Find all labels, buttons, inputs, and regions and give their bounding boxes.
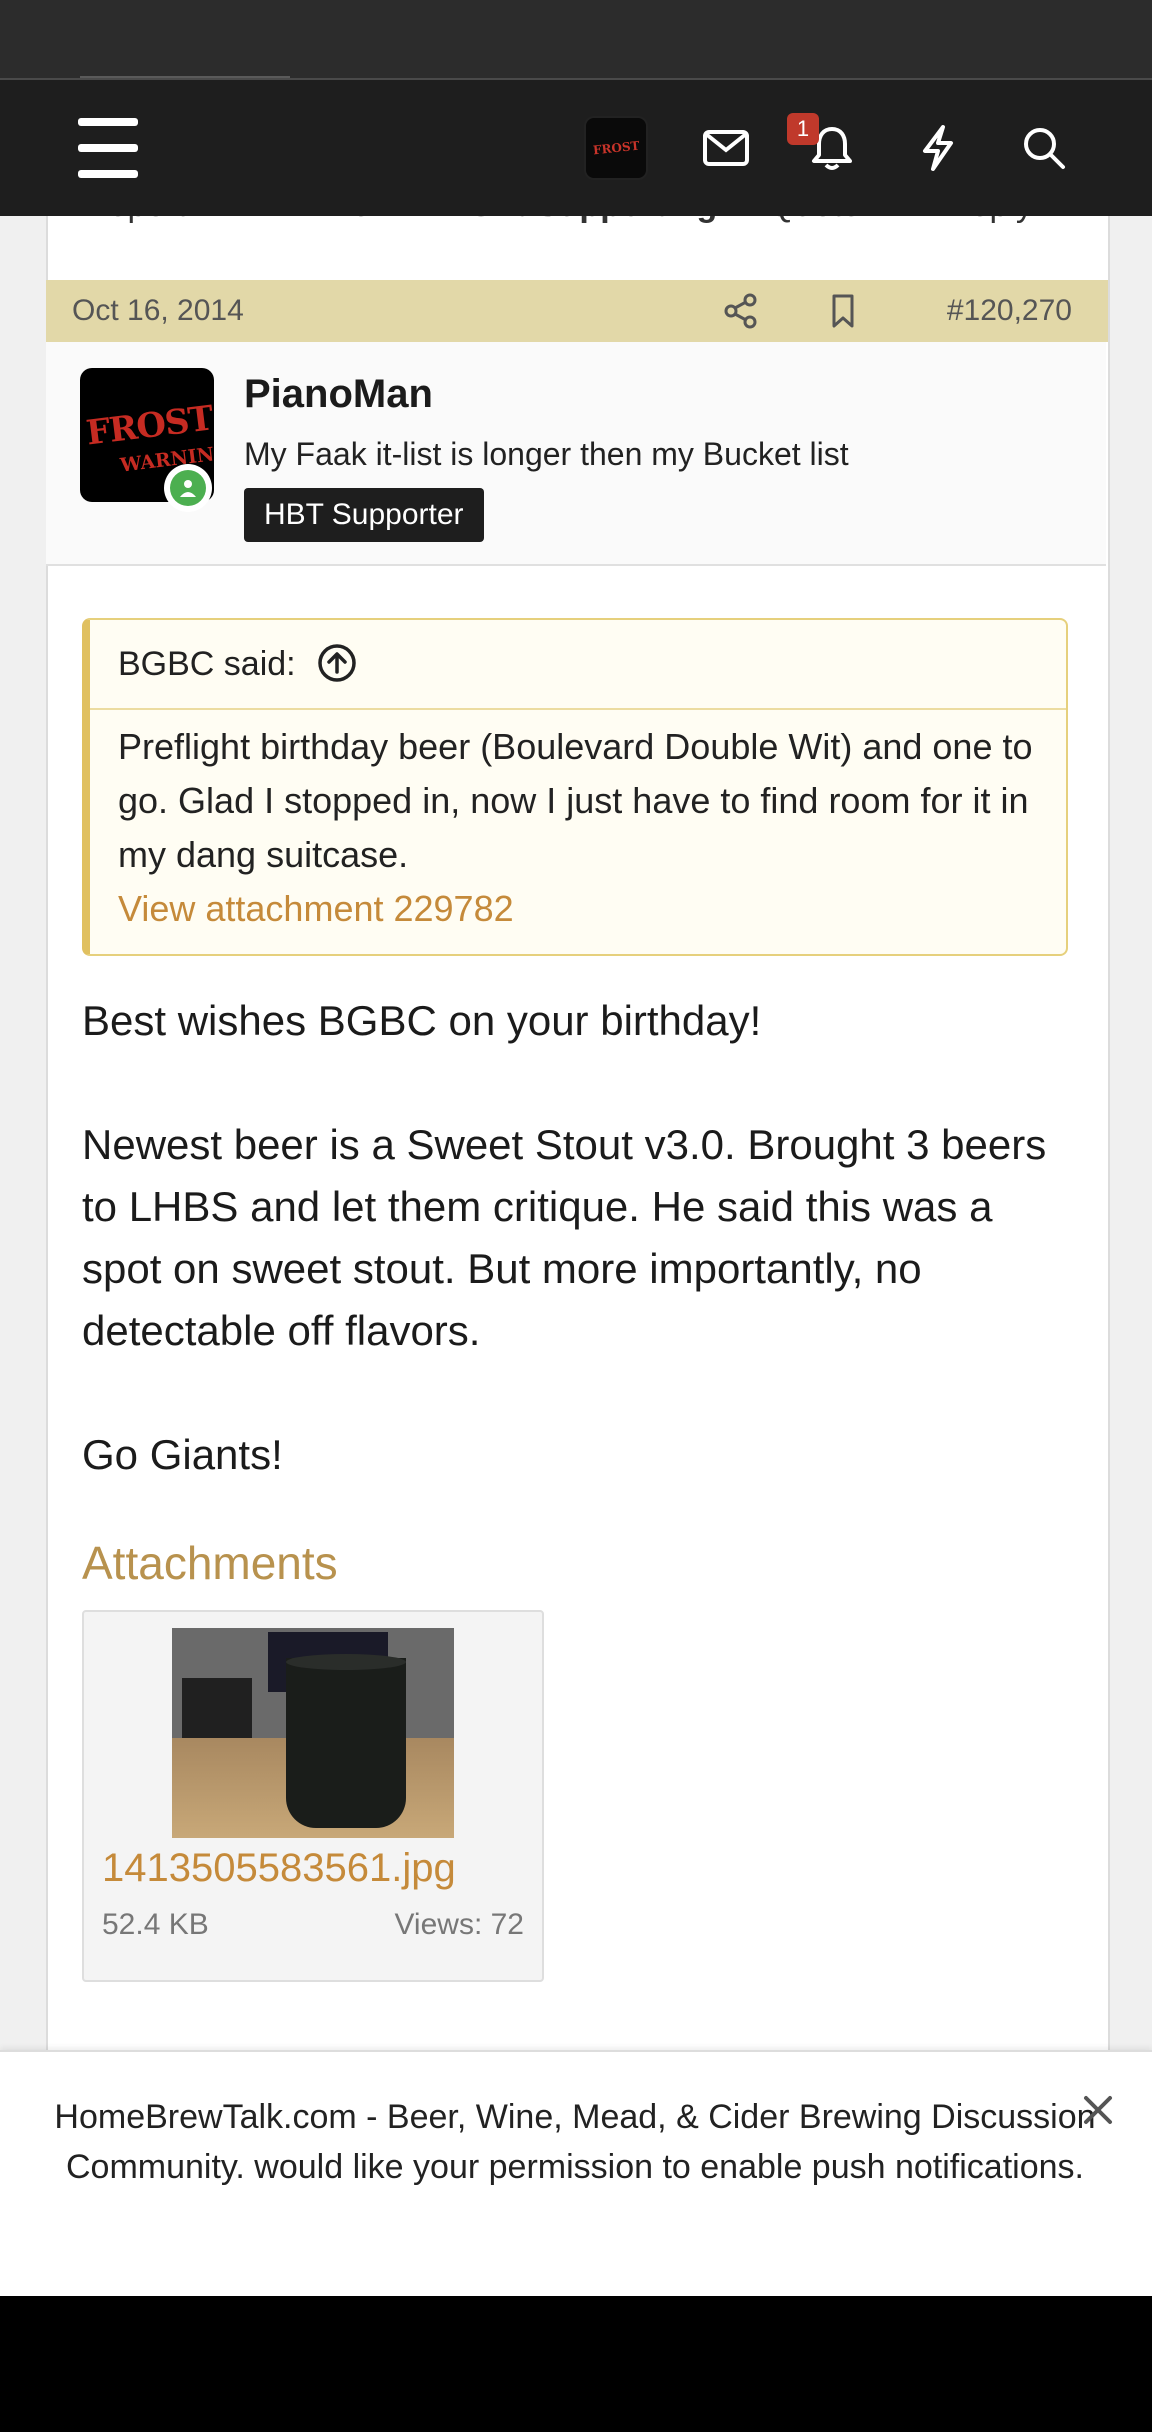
message-line: Best wishes BGBC on your birthday! [82,997,762,1044]
avatar-thumb-text: FROST [592,138,640,158]
message-line: Newest beer is a Sweet Stout v3.0. Broug… [82,1121,1047,1354]
account-avatar-button[interactable]: FROST [576,108,656,188]
reply-button[interactable]: Reply [946,216,1033,225]
gift-supporting-button[interactable]: Gift Supporting [468,216,717,225]
inbox-button[interactable] [686,108,766,188]
push-notification-prompt: HomeBrewTalk.com - Beer, Wine, Mead, & C… [0,2050,1152,2298]
close-icon[interactable] [1076,2088,1120,2132]
quote-body: Preflight birthday beer (Boulevard Doubl… [118,720,1048,936]
notification-badge: 1 [787,113,819,145]
system-status-bar [0,0,1152,80]
previous-post-actions: Report Like Gift Supporting Quote Reply [46,216,1106,280]
tab-indicator [80,76,290,78]
user-banner: HBT Supporter [244,488,484,542]
attachment-thumbnail[interactable] [172,1628,454,1838]
push-prompt-text: HomeBrewTalk.com - Beer, Wine, Mead, & C… [54,2098,1096,2186]
user-icon [180,480,196,497]
post-number[interactable]: #120,270 [947,280,1072,342]
message-body: Best wishes BGBC on your birthday! Newes… [82,990,1072,1486]
arrow-up-circle-icon[interactable] [316,642,358,684]
post-date[interactable]: Oct 16, 2014 [72,280,244,342]
attachments-heading: Attachments [82,1537,338,1589]
search-button[interactable] [1004,108,1084,188]
report-link[interactable]: Report [84,216,186,225]
lightning-icon [923,125,953,171]
attachment-size: 52.4 KB [102,1908,209,1941]
message-line: Go Giants! [82,1431,283,1478]
view-attachment-link[interactable]: View attachment 229782 [118,882,1048,936]
share-icon[interactable] [722,292,760,330]
hamburger-icon-line [78,170,138,178]
menu-button[interactable] [68,108,148,188]
online-status-icon [164,464,212,512]
quote-author[interactable]: BGBC said: [118,620,296,708]
whats-new-button[interactable] [898,108,978,188]
system-navigation-bar [0,2296,1152,2432]
quote-block: BGBC said: Preflight birthday beer (Boul… [82,618,1068,956]
hamburger-icon-line [78,144,138,152]
author-block: FROST WARNING PianoMan My Faak it-list i… [46,342,1106,566]
user-title: My Faak it-list is longer then my Bucket… [244,436,849,472]
top-navbar: FROST [0,80,1152,216]
post-header-bar: Oct 16, 2014 #120,270 [46,280,1108,342]
username[interactable]: PianoMan [244,372,433,417]
quote-text: Preflight birthday beer (Boulevard Doubl… [118,726,1033,875]
attachment-item[interactable]: 1413505583561.jpg 52.4 KB Views: 72 [82,1610,544,1982]
avatar-thumbnail: FROST [584,116,648,180]
attachment-filename[interactable]: 1413505583561.jpg [102,1846,456,1891]
attachment-views: Views: 72 [394,1908,524,1941]
search-icon [1024,128,1065,169]
hamburger-icon [78,118,138,126]
quote-button[interactable]: Quote [768,216,861,225]
bookmark-icon[interactable] [824,292,862,330]
quote-header: BGBC said: [90,620,1066,710]
envelope-icon [703,130,749,166]
like-button[interactable]: Like [308,216,370,225]
